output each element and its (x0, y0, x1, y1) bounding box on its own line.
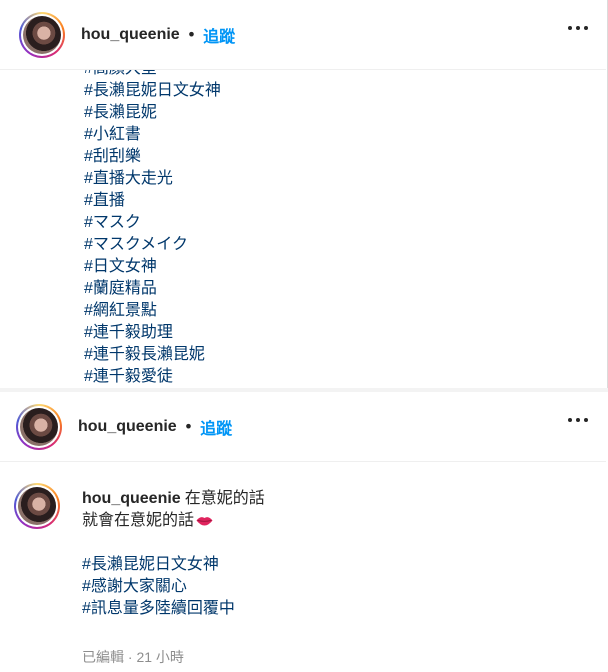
avatar[interactable] (14, 483, 60, 529)
separator-dot: • (183, 417, 194, 436)
hashtag-link[interactable]: #連千毅長瀨昆妮 (84, 344, 564, 366)
comment-hashtag-list: #長瀨昆妮日文女神 #感謝大家關心 #訊息量多陸續回覆中 (82, 554, 542, 620)
post-header: hou_queenie • 追蹤 (0, 392, 606, 462)
hashtag-link[interactable]: #蘭庭精品 (84, 278, 564, 300)
lips-icon (196, 517, 213, 526)
hashtag-link[interactable]: #直播 (84, 190, 564, 212)
more-options-icon[interactable] (568, 26, 588, 30)
avatar[interactable] (19, 11, 65, 58)
hashtag-link[interactable]: #長瀨昆妮日文女神 (82, 554, 542, 576)
hashtag-link[interactable]: #マスク (84, 212, 564, 234)
caption-comment: hou_queenie 在意妮的話 就會在意妮的話 #長瀨昆妮日文女神 #感謝大家關… (14, 483, 542, 620)
hashtag-link[interactable]: #連千毅助理 (84, 322, 564, 344)
hashtag-link[interactable]: #長瀨昆妮 (84, 102, 564, 124)
avatar-image (23, 15, 61, 54)
comment-line-1: 在意妮的話 (184, 490, 265, 507)
hashtag-link[interactable]: #網紅景點 (84, 300, 564, 322)
separator-dot: • (186, 25, 197, 44)
more-options-icon[interactable] (568, 418, 588, 422)
comment-body: hou_queenie 在意妮的話 就會在意妮的話 #長瀨昆妮日文女神 #感謝大家關… (82, 488, 542, 620)
avatar[interactable] (16, 403, 62, 450)
follow-button[interactable]: 追蹤 (200, 415, 232, 439)
post-header: hou_queenie • 追蹤 (0, 0, 606, 70)
comment-line-2: 就會在意妮的話 (82, 512, 195, 529)
hashtag-link[interactable]: #直播大走光 (84, 168, 564, 190)
hashtag-link[interactable]: #感謝大家關心 (82, 576, 542, 598)
avatar-image (18, 487, 56, 525)
bottom-post-panel: hou_queenie • 追蹤 hou_queenie 在意妮的話 就會在意妮的… (0, 392, 608, 672)
comment-username-link[interactable]: hou_queenie (82, 490, 181, 507)
username-link[interactable]: hou_queenie (78, 418, 177, 436)
username-link[interactable]: hou_queenie (81, 26, 180, 44)
hashtag-link[interactable]: #日文女神 (84, 256, 564, 278)
hashtag-list: #高顏大堂 #長瀨昆妮日文女神#長瀨昆妮#小紅書#刮刮樂#直播大走光#直播#マス… (84, 58, 564, 388)
post-meta-edited-time: 已編輯 · 21 小時 (82, 649, 184, 665)
hashtag-link[interactable]: #マスクメイク (84, 234, 564, 256)
hashtag-link[interactable]: #長瀨昆妮日文女神 (84, 80, 564, 102)
avatar-image (20, 407, 58, 446)
hashtag-link[interactable]: #小紅書 (84, 124, 564, 146)
hashtag-link[interactable]: #訊息量多陸續回覆中 (82, 598, 542, 620)
top-post-panel: hou_queenie • 追蹤 #高顏大堂 #長瀨昆妮日文女神#長瀨昆妮#小紅… (0, 0, 608, 388)
hashtag-link[interactable]: #刮刮樂 (84, 146, 564, 168)
follow-button[interactable]: 追蹤 (203, 23, 235, 47)
hashtag-link[interactable]: #連千毅愛徒 (84, 366, 564, 388)
